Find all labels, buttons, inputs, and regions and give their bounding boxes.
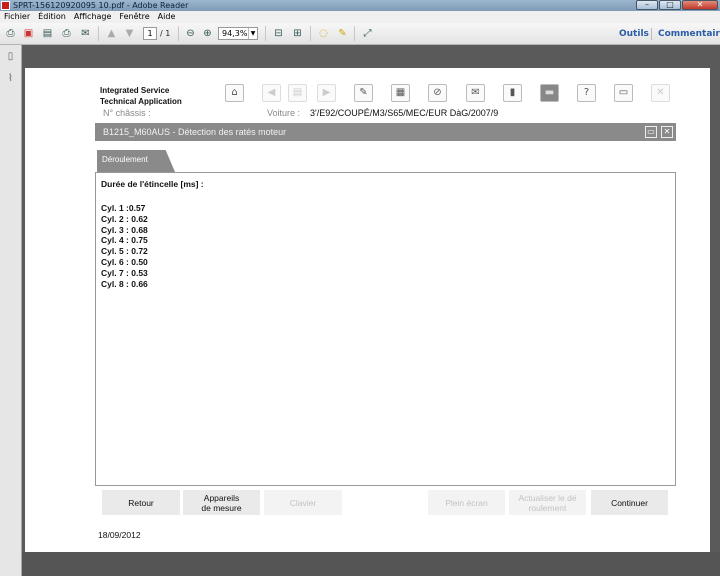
bottom-strip [22,552,720,576]
cylinder-row: Cyl. 8 : 0.66 [101,278,148,289]
connection-icon: ⊘ [428,84,447,102]
cylinder-row: Cyl. 3 : 0.68 [101,224,148,235]
cylinder-row: Cyl. 7 : 0.53 [101,267,148,278]
tab-deroulement: Déroulement [97,150,175,172]
chassis-label: N° châssis : [103,108,151,118]
cylinder-row: Cyl. 1 :0.57 [101,203,146,213]
chevron-down-icon: ▼ [248,28,257,39]
print-date: 18/09/2012 [98,530,141,540]
content-box: Durée de l'étincelle [ms] : Cyl. 1 :0.57… [95,172,676,486]
page-total: / 1 [160,29,171,38]
menu-bar: Fichier Édition Affichage Fenêtre Aide [0,11,720,23]
maximize-button[interactable]: □ [659,0,681,10]
measuring-devices-button: Appareils de mesure [183,490,260,515]
highlight-icon[interactable]: ✎ [335,26,350,41]
pdf-icon[interactable]: ▣ [21,26,36,41]
adobe-reader-icon [1,1,10,10]
page-number-input[interactable]: 1 [143,27,157,40]
document-page: Integrated Service Technical Application… [25,68,710,552]
window-controls: – □ ✕ [636,0,718,11]
window-titlebar: SPRT-156120920095 10.pdf - Adobe Reader … [0,0,720,11]
cylinder-row: Cyl. 5 : 0.72 [101,246,148,257]
fit-width-icon[interactable]: ⊞ [290,26,305,41]
ista-header: Integrated Service Technical Application… [25,68,710,128]
document-icon: ▤ [288,84,307,102]
close-button[interactable]: ✕ [682,0,718,10]
car-value: 3'/E92/COUPÉ/M3/S65/MEC/EUR DàG/2007/9 [310,108,499,118]
zoom-in-icon[interactable]: ⊕ [200,26,215,41]
print-icon[interactable]: ⎙ [59,26,74,41]
wrench-icon: ✎ [354,84,373,102]
comment-button[interactable]: Commentaire [658,23,720,45]
measuring-devices-line1: Appareils [203,492,240,503]
cylinder-row: Cyl. 6 : 0.50 [101,256,148,267]
continue-button: Continuer [591,490,668,515]
panel-titlebar: B1215_M60AUS - Détection des ratés moteu… [95,123,676,141]
menu-edit[interactable]: Édition [38,11,66,23]
print-icon: ▬ [540,84,559,102]
pages-icon[interactable]: ▯ [5,51,16,63]
zoom-value: 94,3% [222,29,248,38]
app-name: Integrated Service Technical Application [100,85,182,107]
fullscreen-button: Plein écran [428,490,505,515]
menu-view[interactable]: Affichage [74,11,112,23]
close-icon: ✕ [651,84,670,102]
toolbar: ⎙ ▣ ▤ ⎙ ✉ ▲ ▼ 1 / 1 ⊖ ⊕ 94,3% ▼ ⊟ ⊞ ◌ ✎ … [0,23,720,45]
zoom-select[interactable]: 94,3% ▼ [218,27,258,40]
message-icon: ✉ [466,84,485,102]
previous-page-icon[interactable]: ▲ [104,26,119,41]
tools-button[interactable]: Outils [619,23,649,45]
app-name-line1: Integrated Service [100,86,170,95]
window-title: SPRT-156120920095 10.pdf - Adobe Reader [13,1,189,10]
app-name-line2: Technical Application [100,97,182,106]
back-arrow-icon: ◀ [262,84,281,102]
window-icon: ▭ [614,84,633,102]
battery-icon: ▮ [503,84,522,102]
comment-icon[interactable]: ◌ [316,26,331,41]
vehicle-info-icon: ▦ [391,84,410,102]
panel-minimize-icon: ▭ [645,126,657,138]
refresh-line1: Actualiser le dé [518,492,577,503]
navigation-pane: ▯ ⌇ [0,45,22,576]
cylinder-list: Cyl. 1 :0.57 Cyl. 2 : 0.62 Cyl. 3 : 0.68… [101,203,670,289]
email-icon[interactable]: ✉ [78,26,93,41]
zoom-out-icon[interactable]: ⊖ [183,26,198,41]
back-button: Retour [102,490,180,515]
car-label: Voiture : [267,108,301,118]
refresh-line2: roulement [528,502,567,513]
home-icon: ⌂ [225,84,244,102]
spark-duration-heading: Durée de l'étincelle [ms] : [101,179,204,189]
minimize-button[interactable]: – [636,0,658,10]
help-icon: ? [577,84,596,102]
fit-page-icon[interactable]: ⊟ [271,26,286,41]
attachment-icon[interactable]: ⌇ [5,73,16,85]
create-pdf-icon[interactable]: ⎙ [3,26,18,41]
panel-close-icon: ✕ [661,126,673,138]
forward-arrow-icon: ▶ [317,84,336,102]
keyboard-button: Clavier [264,490,342,515]
save-icon[interactable]: ▤ [40,26,55,41]
menu-file[interactable]: Fichier [4,11,30,23]
panel-title: B1215_M60AUS - Détection des ratés moteu… [103,127,287,137]
cylinder-row: Cyl. 4 : 0.75 [101,235,148,246]
read-mode-icon[interactable]: ⤢ [360,26,375,41]
menu-window[interactable]: Fenêtre [119,11,149,23]
menu-help[interactable]: Aide [158,11,176,23]
refresh-button: Actualiser le dé roulement [509,490,586,515]
cylinder-row: Cyl. 2 : 0.62 [101,213,148,224]
next-page-icon[interactable]: ▼ [122,26,137,41]
measuring-devices-line2: de mesure [201,502,242,513]
